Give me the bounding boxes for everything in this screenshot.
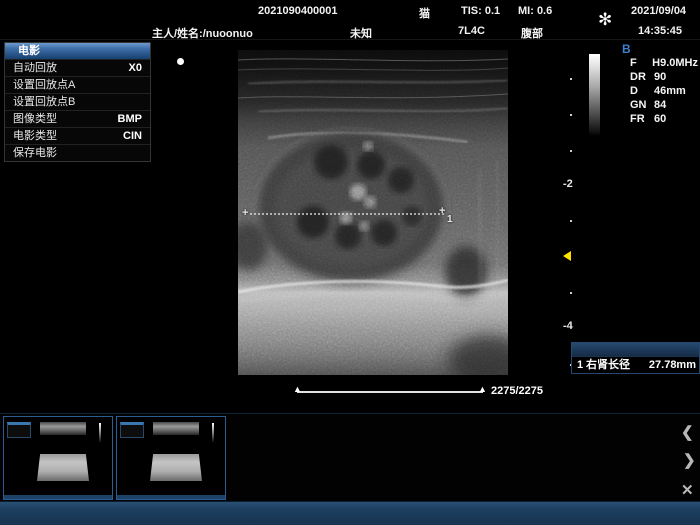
menu-item-label: 自动回放 — [13, 60, 57, 76]
measurement-header — [572, 343, 699, 356]
cine-progress-bar[interactable] — [297, 391, 483, 393]
frame-counter: 2275/2275 — [491, 385, 543, 397]
menu-item-label: 设置回放点A — [13, 77, 75, 93]
param-row-depth: D 46mm — [630, 85, 698, 99]
param-value: H9.0MHz — [652, 57, 698, 71]
mode-label: B — [622, 42, 631, 56]
mini-status-bar — [117, 495, 225, 499]
mini-grayscale-bar — [212, 423, 214, 443]
mi-value: MI: 0.6 — [518, 5, 552, 17]
depth-tick — [570, 114, 572, 116]
owner-name: 主人/姓名:/nuoonuo — [152, 25, 253, 41]
thumbnail-2[interactable] — [116, 416, 226, 500]
cine-start-marker[interactable]: ▲ — [293, 384, 302, 394]
study-id: 2021090400001 — [258, 5, 338, 17]
param-label: DR — [630, 71, 654, 85]
menu-item-save-cine[interactable]: 保存电影 — [5, 144, 150, 161]
exam-preset: 腹部 — [521, 25, 543, 41]
depth-label-4: -4 — [563, 320, 573, 332]
menu-item-auto-replay[interactable]: 自动回放 X0 — [5, 59, 150, 76]
menu-item-cine-type[interactable]: 电影类型 CIN — [5, 127, 150, 144]
probe-orientation-dot — [177, 58, 184, 65]
measurement-value: 27.78mm — [649, 357, 699, 374]
menu-item-value: CIN — [123, 128, 142, 144]
param-value: 60 — [654, 113, 666, 127]
measurement-index: 1 — [572, 357, 586, 374]
param-label: FR — [630, 113, 654, 127]
status-bar: en — [0, 501, 700, 525]
mini-menu — [7, 422, 31, 438]
caliper-start-marker: + — [242, 207, 248, 219]
measurement-name: 右肾长径 — [586, 357, 649, 374]
measurement-result-box: 1 右肾长径 27.78mm — [571, 342, 700, 374]
param-label: F — [630, 57, 652, 71]
menu-item-set-point-a[interactable]: 设置回放点A — [5, 76, 150, 93]
depth-label-2: -2 — [563, 178, 573, 190]
param-row-dynamic-range: DR 90 — [630, 71, 698, 85]
exam-date: 2021/09/04 — [631, 5, 686, 17]
menu-item-set-point-b[interactable]: 设置回放点B — [5, 93, 150, 110]
mini-bright-band — [37, 454, 89, 481]
depth-tick — [570, 78, 572, 80]
probe-model: 7L4C — [458, 25, 485, 37]
measurement-row: 1 右肾长径 27.78mm — [572, 356, 699, 373]
species-label: 猫 — [419, 5, 430, 21]
gallery-close-button[interactable]: ✕ — [681, 483, 694, 498]
param-value: 90 — [654, 71, 666, 85]
patient-status: 未知 — [350, 25, 372, 41]
param-label: D — [630, 85, 654, 99]
thumbnail-strip: ❮ ❯ ✕ — [0, 413, 700, 501]
freeze-icon: ✻ — [598, 10, 612, 30]
caliper-end-marker: + — [439, 205, 445, 217]
top-info-bar: 2021090400001 猫 TIS: 0.1 MI: 0.6 2021/09… — [0, 0, 700, 40]
mini-status-bar — [4, 495, 112, 499]
param-label: GN — [630, 99, 654, 113]
menu-item-label: 保存电影 — [13, 145, 57, 161]
caliper-index-label: 1 — [447, 214, 453, 225]
param-value: 84 — [654, 99, 666, 113]
param-row-frequency: F H9.0MHz — [630, 57, 698, 71]
ultrasound-image: + + 1 — [238, 50, 508, 375]
mini-near-field — [40, 422, 86, 435]
menu-item-label: 设置回放点B — [13, 94, 75, 110]
menu-item-label: 电影类型 — [13, 128, 57, 144]
ultrasound-screen: 2021090400001 猫 TIS: 0.1 MI: 0.6 2021/09… — [0, 0, 700, 525]
cine-menu-header: 电影 — [5, 43, 150, 59]
mini-menu — [120, 422, 144, 438]
gallery-prev-button[interactable]: ❮ — [681, 425, 694, 440]
param-row-frame-rate: FR 60 — [630, 113, 698, 127]
grayscale-bar — [589, 54, 600, 136]
cine-end-marker[interactable]: ▲ — [478, 384, 487, 394]
mini-grayscale-bar — [99, 423, 101, 443]
depth-tick — [570, 220, 572, 222]
depth-tick — [570, 150, 572, 152]
cine-menu: 电影 自动回放 X0 设置回放点A 设置回放点B 图像类型 BMP 电影类型 C… — [4, 42, 151, 162]
tis-value: TIS: 0.1 — [461, 5, 500, 17]
gallery-next-button[interactable]: ❯ — [683, 453, 696, 468]
param-row-gain: GN 84 — [630, 99, 698, 113]
param-value: 46mm — [654, 85, 686, 99]
menu-item-value: X0 — [129, 60, 142, 76]
menu-item-value: BMP — [118, 111, 142, 127]
exam-time: 14:35:45 — [638, 25, 682, 37]
focus-marker-icon — [563, 251, 571, 261]
depth-tick — [570, 292, 572, 294]
mini-near-field — [153, 422, 199, 435]
measure-line — [250, 213, 444, 215]
mini-bright-band — [150, 454, 202, 481]
menu-item-label: 图像类型 — [13, 111, 57, 127]
thumbnail-1[interactable] — [3, 416, 113, 500]
menu-item-image-type[interactable]: 图像类型 BMP — [5, 110, 150, 127]
